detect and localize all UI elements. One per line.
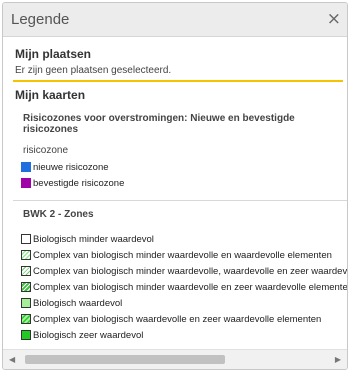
- my-maps-title: Mijn kaarten: [15, 88, 86, 102]
- no-places-text: Er zijn geen plaatsen geselecteerd.: [15, 65, 172, 76]
- scroll-left-icon[interactable]: ◀: [9, 355, 15, 364]
- risk-layer-title: Risicozones voor overstromingen: Nieuwe …: [23, 113, 295, 135]
- legend-content: Mijn plaatsen Er zijn geen plaatsen gese…: [3, 37, 347, 351]
- legend-item-confirmed-risk: bevestigde risicozone: [21, 177, 124, 189]
- bwk-legend-label: Complex van biologisch waardevolle en ze…: [33, 313, 322, 325]
- bwk-layer-title: BWK 2 - Zones: [23, 209, 94, 220]
- bwk-swatch: [21, 282, 31, 292]
- bwk-legend-item: Complex van biologisch minder waardevoll…: [21, 249, 332, 261]
- bwk-swatch: [21, 314, 31, 324]
- legend-title: Legende: [11, 11, 70, 28]
- section-divider: [13, 80, 343, 82]
- bwk-swatch: [21, 234, 31, 244]
- bwk-legend-label: Complex van biologisch minder waardevoll…: [33, 265, 347, 277]
- bwk-legend-item: Biologisch waardevol: [21, 297, 122, 309]
- bwk-legend-item: Complex van biologisch minder waardevoll…: [21, 281, 347, 293]
- scroll-thumb[interactable]: [25, 355, 225, 364]
- bwk-legend-label: Biologisch zeer waardevol: [33, 329, 144, 341]
- bwk-legend-item: Complex van biologisch minder waardevoll…: [21, 265, 347, 277]
- bwk-swatch: [21, 250, 31, 260]
- bwk-legend-label: Biologisch waardevol: [33, 297, 123, 309]
- swatch-new-risk: [21, 162, 31, 172]
- legend-header: Legende ×: [3, 3, 347, 37]
- close-icon[interactable]: ×: [327, 9, 341, 29]
- swatch-confirmed-risk: [21, 178, 31, 188]
- bwk-swatch: [21, 266, 31, 276]
- bwk-legend-label: Biologisch minder waardevol: [33, 233, 154, 245]
- my-places-title: Mijn plaatsen: [15, 47, 92, 61]
- legend-panel: Legende × Mijn plaatsen Er zijn geen pla…: [2, 2, 348, 370]
- bwk-legend-item: Complex van biologisch waardevolle en ze…: [21, 313, 321, 325]
- layer-divider: [13, 200, 347, 201]
- bwk-swatch: [21, 330, 31, 340]
- bwk-legend-item: Biologisch minder waardevol: [21, 233, 154, 245]
- legend-item-label: nieuwe risicozone: [33, 161, 109, 173]
- bwk-legend-label: Complex van biologisch minder waardevoll…: [33, 249, 332, 261]
- bwk-legend-item: Biologisch zeer waardevol: [21, 329, 143, 341]
- scroll-right-icon[interactable]: ▶: [335, 355, 341, 364]
- risk-caption: risicozone: [23, 145, 69, 156]
- horizontal-scrollbar[interactable]: ◀ ▶: [3, 349, 347, 369]
- bwk-legend-label: Complex van biologisch minder waardevoll…: [33, 281, 347, 293]
- legend-item-label: bevestigde risicozone: [33, 177, 125, 189]
- bwk-swatch: [21, 298, 31, 308]
- legend-item-new-risk: nieuwe risicozone: [21, 161, 109, 173]
